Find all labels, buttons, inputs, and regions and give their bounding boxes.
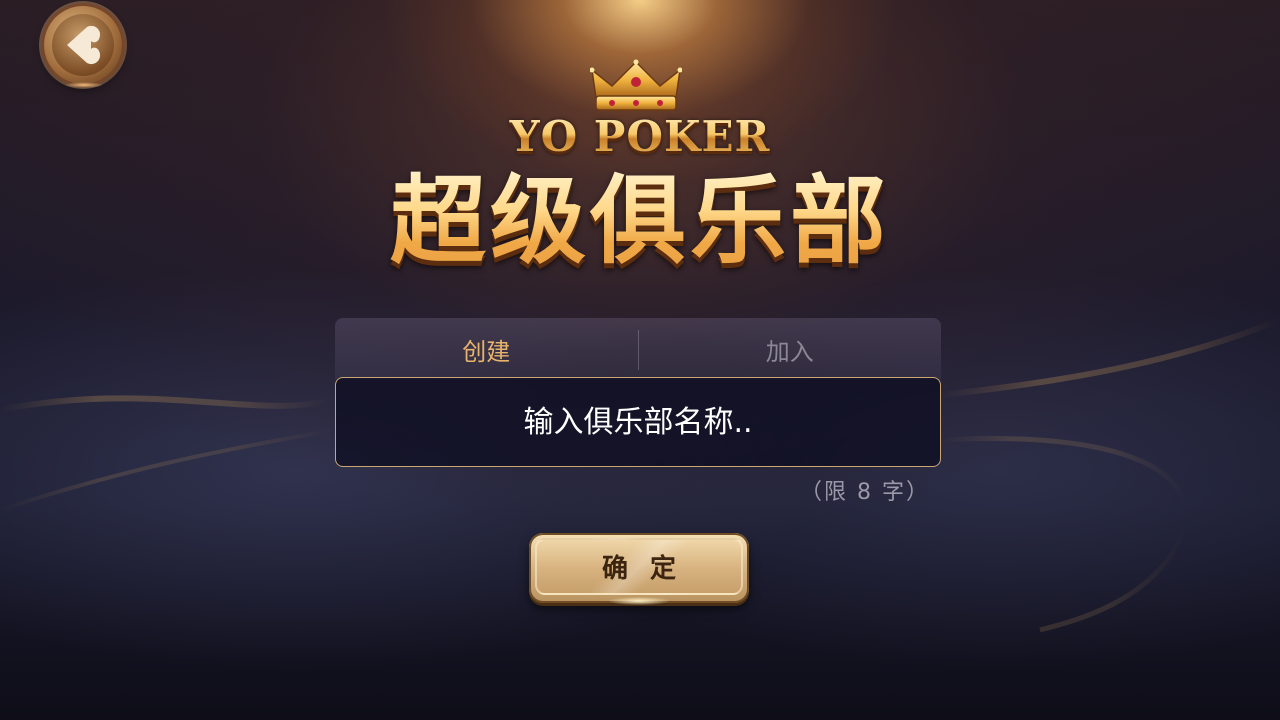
tab-join[interactable]: 加入 (639, 318, 942, 380)
confirm-button[interactable]: 确定 (529, 533, 749, 605)
character-limit-hint: （限 8 字） (800, 480, 930, 505)
club-name-input[interactable] (335, 377, 941, 467)
page-title: 超级俱乐部 (0, 166, 1280, 276)
confirm-button-face: 确定 (535, 538, 743, 595)
create-club-screen: YO POKER 超级俱乐部 创建 加入 （限 8 字） 确定 (0, 0, 1280, 720)
mode-tabs: 创建 加入 (335, 318, 941, 380)
game-logo: YO POKER 超级俱乐部 (0, 0, 1280, 290)
brand-name: YO POKER (0, 112, 1280, 161)
confirm-button-glow (609, 597, 669, 605)
crown-icon (590, 59, 682, 111)
tab-create[interactable]: 创建 (335, 318, 638, 380)
confirm-button-label: 确定 (601, 554, 698, 584)
